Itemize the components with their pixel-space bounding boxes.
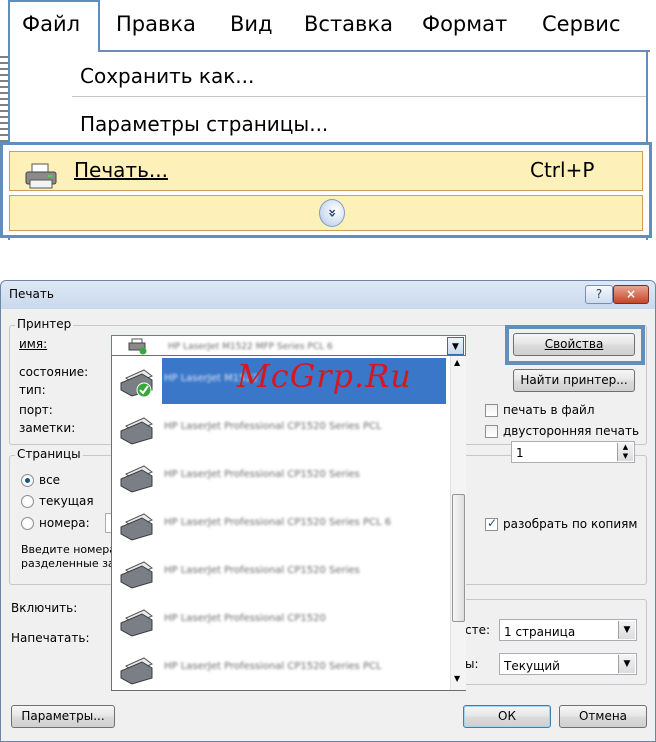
menu-edit[interactable]: Правка	[116, 12, 196, 36]
print-to-file-label: печать в файл	[503, 403, 595, 417]
printer-group-label: Принтер	[15, 317, 74, 331]
menu-view[interactable]: Вид	[230, 12, 273, 36]
find-printer-button[interactable]: Найти принтер...	[513, 369, 635, 392]
printer-icon	[120, 609, 153, 637]
printer-icon	[128, 338, 147, 355]
menu-bar: Файл Правка Вид Вставка Формат Сервис	[0, 0, 656, 60]
pages-hint: Введите номера разделенные за	[21, 543, 116, 570]
printer-list-item-name: HP LaserJet Professional CP1520 Series	[164, 469, 360, 480]
duplex-label: двусторонняя печать	[503, 424, 640, 438]
printer-icon	[120, 561, 153, 589]
printer-list-item[interactable]: HP LaserJet Professional CP1520 Series	[112, 454, 449, 500]
pages-numbers-radio[interactable]	[21, 517, 34, 530]
printer-icon	[120, 465, 153, 493]
printer-list-item-name: HP LaserJet Professional CP1520 Series	[164, 565, 360, 576]
printer-icon	[120, 513, 153, 541]
pages-current-label: текущая	[39, 494, 94, 508]
ok-button[interactable]: ОК	[463, 705, 551, 728]
chevron-double-down-icon[interactable]: »	[319, 199, 345, 227]
cancel-button[interactable]: Отмена	[559, 705, 647, 728]
include-label: Включить:	[11, 601, 78, 615]
printer-list-item[interactable]: HP LaserJet Professional CP1520 Series	[112, 550, 449, 596]
scroll-up-icon[interactable]: ▲	[454, 358, 460, 367]
printer-list-item-name: HP LaserJet Professional CP1520 Series P…	[164, 517, 392, 528]
printer-name-label: имя:	[19, 337, 48, 351]
print-dialog: Печать ? × Принтер имя: состояние: тип: …	[0, 280, 656, 742]
printer-list-item[interactable]: HP LaserJet Professional CP1520 Series P…	[112, 502, 449, 548]
printer-icon	[120, 657, 153, 685]
dialog-title: Печать	[9, 287, 54, 301]
print-to-file-checkbox[interactable]	[485, 404, 498, 417]
printer-list-item[interactable]: HP LaserJet Professional CP1520	[112, 598, 449, 644]
chevron-down-icon[interactable]: ▼	[618, 621, 635, 639]
dropdown-separator	[72, 96, 646, 97]
help-button[interactable]: ?	[585, 285, 613, 304]
printer-list-item-name: HP LaserJet Professional CP1520	[164, 613, 326, 624]
menu-item-print[interactable]: Печать... Ctrl+P	[9, 151, 643, 191]
checkmark-icon: ✓	[487, 516, 498, 530]
pages-per-sheet-combo[interactable]: 1 страница ▼	[499, 619, 637, 641]
watermark: McGrp.Ru	[237, 357, 412, 395]
printer-list-item[interactable]: HP LaserJet Professional CP1520 Series P…	[112, 406, 449, 452]
printer-icon	[120, 417, 153, 445]
printer-list-item[interactable]: HP LaserJet Professional CP1520 Series P…	[112, 646, 449, 692]
printer-list-item-name: HP LaserJet Professional CP1520 Series P…	[164, 421, 382, 432]
menu-item-save-as[interactable]: Сохранить как...	[80, 64, 254, 88]
scroll-thumb[interactable]	[452, 494, 465, 622]
pages-all-radio[interactable]	[21, 474, 34, 487]
printer-icon	[25, 163, 57, 189]
options-button[interactable]: Параметры...	[11, 705, 115, 728]
menu-tools[interactable]: Сервис	[542, 12, 620, 36]
pages-current-radio[interactable]	[21, 495, 34, 508]
printer-status-label: состояние:	[19, 365, 89, 379]
print-what-label: Напечатать:	[11, 631, 90, 645]
duplex-checkbox[interactable]	[485, 425, 498, 438]
printer-icon	[120, 369, 153, 398]
chevron-down-icon[interactable]: ▼	[618, 655, 635, 673]
pages-per-sheet-value: 1 страница	[504, 625, 576, 639]
printer-list-scrollbar[interactable]: ▲ ▼	[450, 356, 466, 690]
printer-type-label: тип:	[19, 383, 46, 397]
pages-per-sheet-label: сте:	[465, 623, 491, 637]
menu-insert[interactable]: Вставка	[304, 12, 393, 36]
pages-numbers-label: номера:	[39, 516, 90, 530]
menu-expand-row[interactable]: »	[9, 195, 643, 231]
printer-port-label: порт:	[19, 403, 53, 417]
menu-item-page-setup[interactable]: Параметры страницы...	[80, 112, 328, 136]
printer-notes-label: заметки:	[19, 421, 76, 435]
scale-combo[interactable]: Текущий ▼	[499, 653, 637, 675]
spinner-arrows-icon[interactable]: ▲ ▼	[617, 443, 633, 461]
pages-all-label: все	[39, 473, 61, 487]
printer-name-value: HP LaserJet M1522 MFP Series PCL 6	[168, 342, 333, 352]
collate-checkbox[interactable]: ✓	[485, 516, 498, 531]
properties-button[interactable]: Свойства	[513, 333, 635, 356]
scale-label: ы:	[465, 657, 479, 671]
chevron-down-icon[interactable]: ▼	[447, 337, 464, 355]
menu-item-print-label: Печать...	[74, 158, 168, 182]
copies-value: 1	[516, 446, 524, 460]
menu-item-print-shortcut: Ctrl+P	[530, 158, 595, 182]
print-highlight-frame: Печать... Ctrl+P »	[0, 142, 652, 238]
copies-spinner[interactable]: 1 ▲ ▼	[511, 441, 635, 463]
menu-file[interactable]: Файл	[22, 12, 80, 36]
scroll-down-icon[interactable]: ▼	[454, 674, 460, 683]
menu-format[interactable]: Формат	[422, 12, 507, 36]
scale-value: Текущий	[504, 659, 560, 673]
printer-dropdown-list[interactable]: HP LaserJet M1522 HP LaserJet Profession…	[111, 355, 466, 691]
pages-group-label: Страницы	[15, 447, 83, 461]
close-button[interactable]: ×	[613, 285, 649, 304]
collate-label: разобрать по копиям	[503, 517, 638, 531]
dialog-titlebar: Печать ? ×	[1, 281, 655, 309]
printer-name-combo[interactable]: HP LaserJet M1522 MFP Series PCL 6 ▼	[111, 335, 466, 357]
printer-list-item-name: HP LaserJet Professional CP1520 Series P…	[164, 661, 382, 672]
menu-screenshot: Файл Правка Вид Вставка Формат Сервис Со…	[0, 0, 656, 242]
